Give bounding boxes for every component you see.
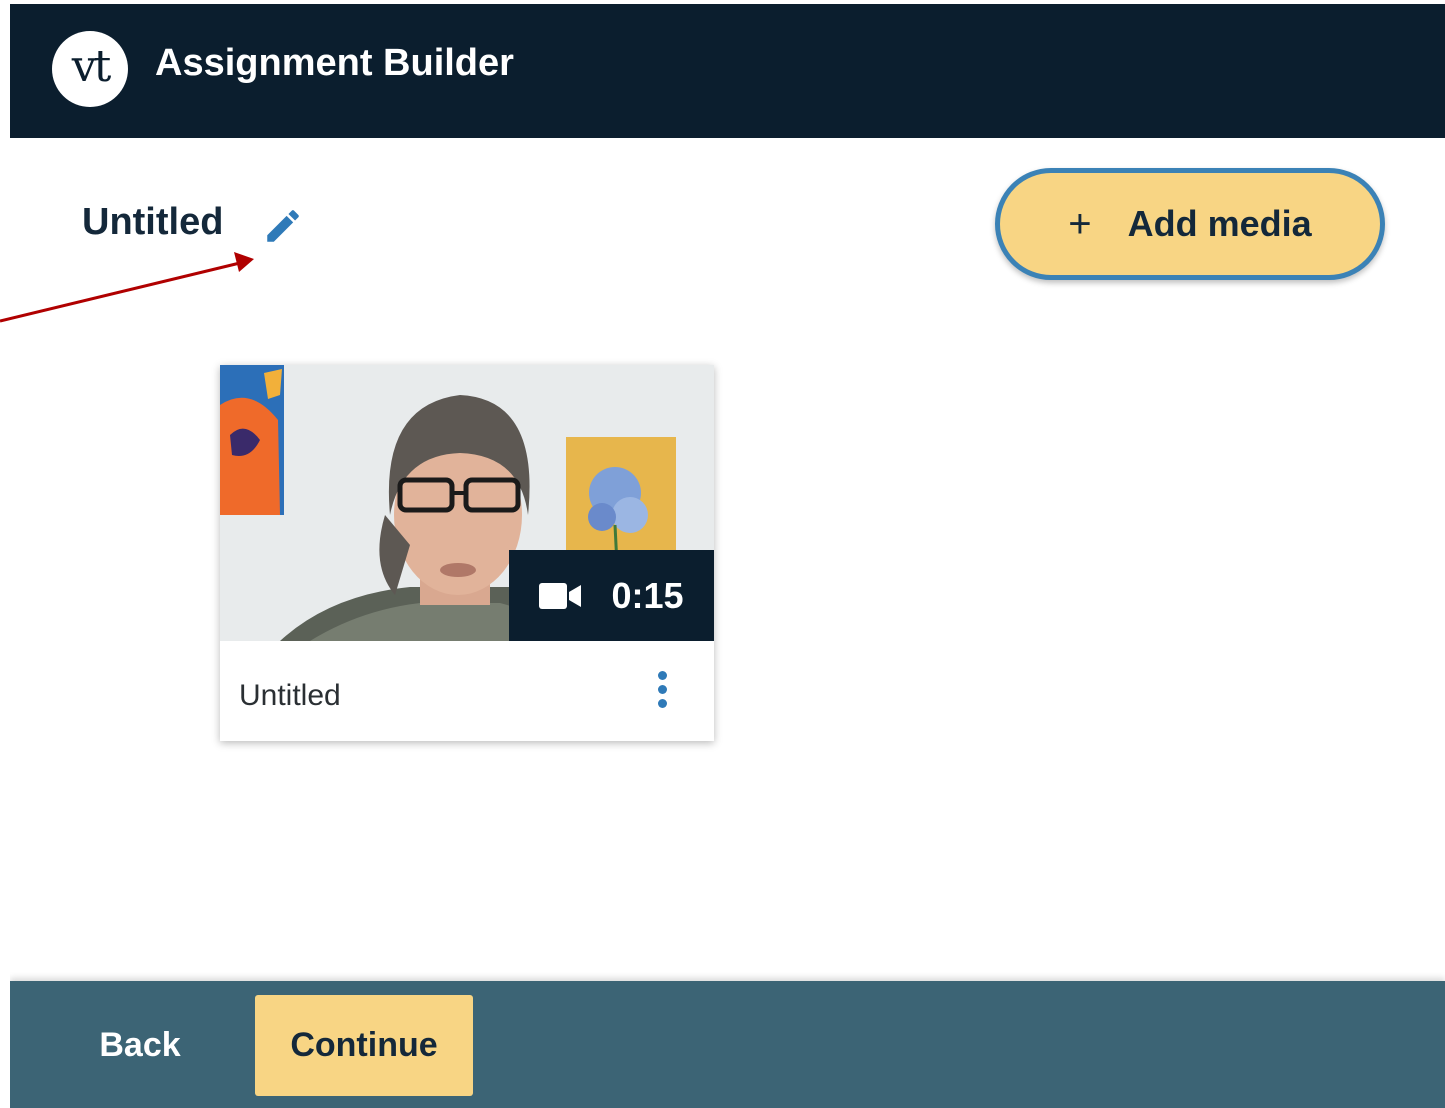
annotation-arrow <box>0 252 254 323</box>
